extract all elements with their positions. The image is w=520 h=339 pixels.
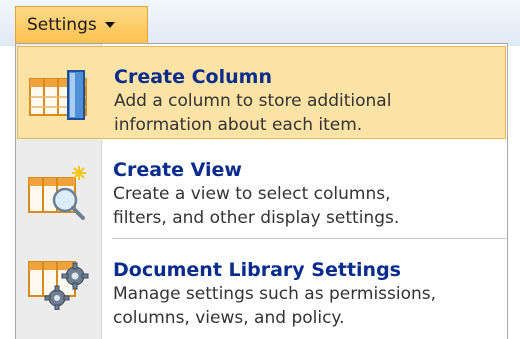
menu-item-title: Create Column xyxy=(114,66,272,88)
menu-separator xyxy=(112,238,506,239)
menu-item-create-view[interactable]: Create View Create a view to select colu… xyxy=(17,144,506,236)
menu-item-description: Create a view to select columns, xyxy=(113,184,391,204)
menu-item-description: filters, and other display settings. xyxy=(113,208,400,228)
create-view-icon xyxy=(28,166,86,220)
toolbar: Settings xyxy=(0,0,520,46)
menu-item-title: Create View xyxy=(113,159,242,181)
menu-item-description: Add a column to store additional xyxy=(114,91,392,111)
settings-dropdown-menu: Create Column Add a column to store addi… xyxy=(15,43,508,339)
chevron-down-icon xyxy=(104,22,115,28)
library-settings-icon xyxy=(28,261,89,310)
create-column-icon xyxy=(29,70,87,120)
menu-item-description: information about each item. xyxy=(114,115,363,135)
menu-item-description: columns, views, and policy. xyxy=(113,308,345,328)
settings-label: Settings xyxy=(27,15,97,35)
menu-item-document-library-settings[interactable]: Document Library Settings Manage setting… xyxy=(17,242,506,338)
menu-item-description: Manage settings such as permissions, xyxy=(113,284,437,304)
settings-menu-button[interactable]: Settings xyxy=(15,6,148,44)
menu-item-create-column[interactable]: Create Column Add a column to store addi… xyxy=(17,46,506,139)
menu-item-title: Document Library Settings xyxy=(113,259,401,281)
